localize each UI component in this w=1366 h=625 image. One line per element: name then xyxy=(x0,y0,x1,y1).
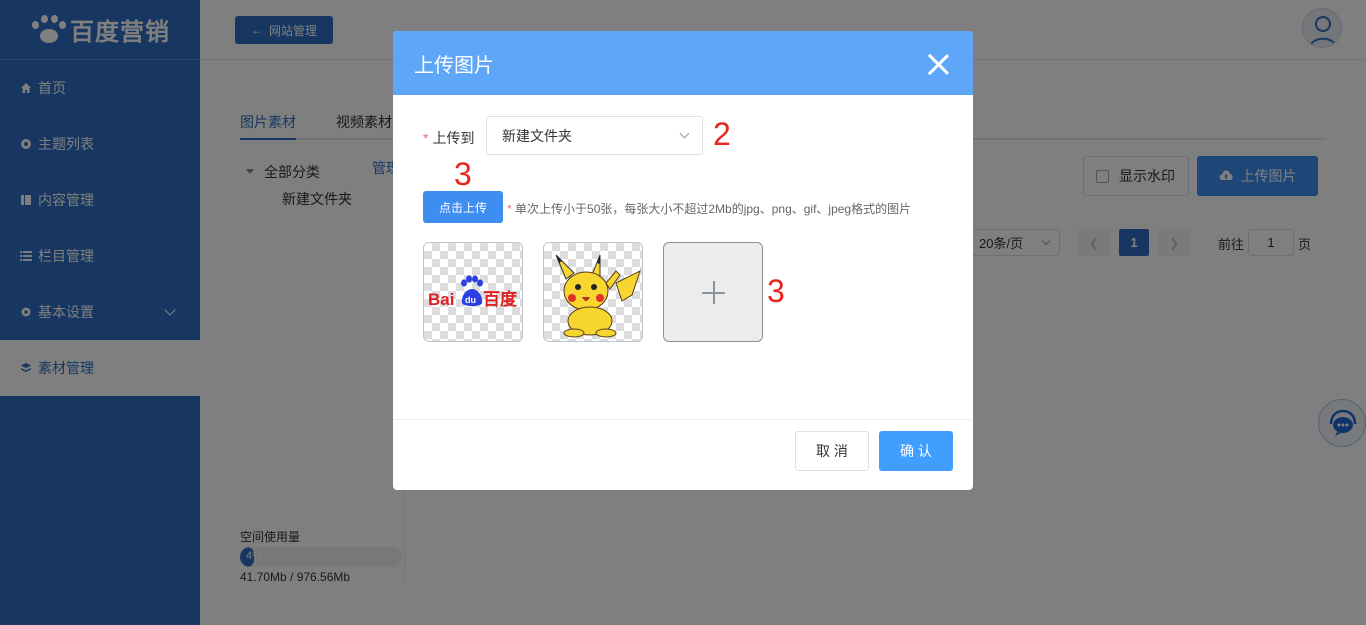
svg-text:Bai: Bai xyxy=(428,290,454,309)
baidu-logo: Bai du 百度 xyxy=(428,275,518,310)
upload-hint: * 单次上传小于50张，每张大小不超过2Mb的jpg、png、gif、jpeg格… xyxy=(507,202,912,216)
svg-text:du: du xyxy=(465,295,476,305)
add-image-button[interactable] xyxy=(663,242,763,342)
upload-to-label: * 上传到 xyxy=(423,130,475,146)
annotation-number: 3 xyxy=(767,273,785,309)
svg-text:百度: 百度 xyxy=(483,289,518,310)
baidu-logo-image[interactable]: Bai du 百度 xyxy=(423,242,523,342)
required-asterisk: * xyxy=(423,130,429,146)
pikachu-image[interactable] xyxy=(543,242,643,342)
close-icon[interactable] xyxy=(927,53,949,75)
annotation-number: 2 xyxy=(713,116,731,152)
dialog-footer: 取 消 确 认 xyxy=(393,419,973,490)
confirm-button[interactable]: 确 认 xyxy=(879,431,953,471)
folder-select[interactable]: 新建文件夹 xyxy=(486,116,703,155)
chevron-down-icon xyxy=(679,128,690,139)
annotation-number: 3 xyxy=(454,156,472,192)
dialog-header: 上传图片 xyxy=(393,31,973,95)
upload-image-dialog: 上传图片 * 上传到 新建文件夹 2 3 点击上传 * 单次上传小于50张，每张大… xyxy=(393,31,973,490)
click-upload-button[interactable]: 点击上传 xyxy=(423,191,503,223)
dialog-title: 上传图片 xyxy=(414,54,494,77)
cancel-button[interactable]: 取 消 xyxy=(795,431,869,471)
pikachu-illustration xyxy=(555,254,641,338)
